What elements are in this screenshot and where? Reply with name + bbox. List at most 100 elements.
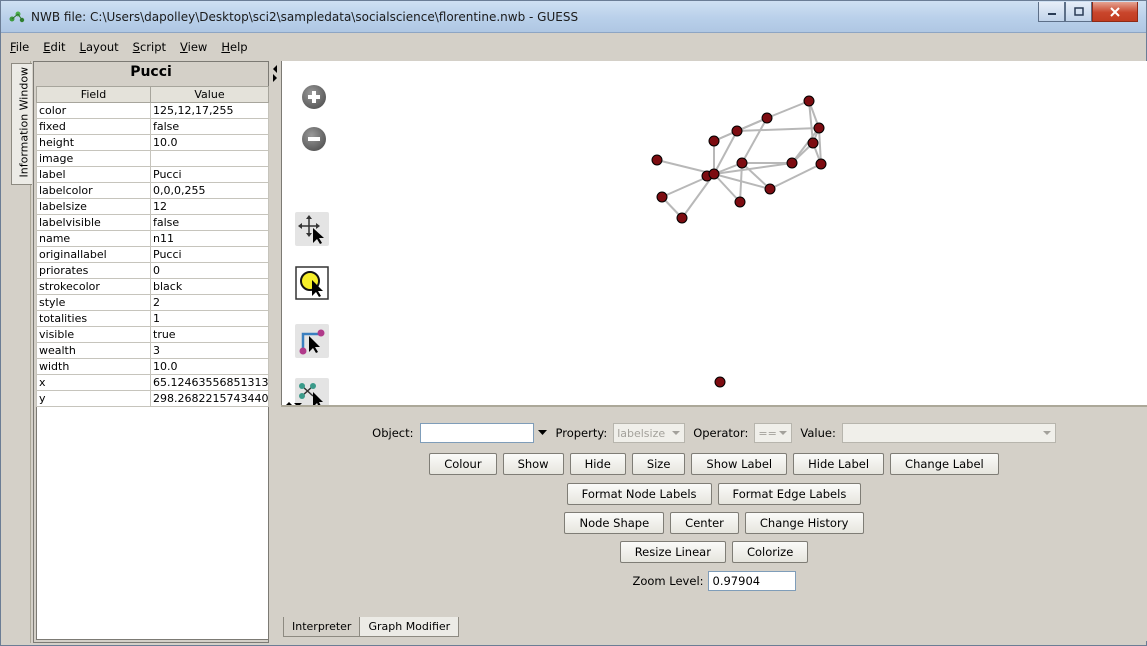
graph-edge[interactable]	[736, 127, 820, 132]
format-node-labels-button[interactable]: Format Node Labels	[566, 483, 712, 505]
info-value-cell[interactable]: 0	[150, 262, 269, 279]
hide-button[interactable]: Hide	[569, 453, 626, 475]
graph-node[interactable]	[701, 170, 713, 182]
graph-node[interactable]	[714, 376, 726, 388]
info-table-row[interactable]: height 10.0	[36, 134, 269, 151]
object-combo[interactable]	[419, 423, 534, 443]
info-table-row[interactable]: y 298.26822157434407	[36, 390, 269, 407]
center-button[interactable]: Center	[670, 512, 739, 534]
info-table-row[interactable]: priorates 0	[36, 262, 269, 279]
info-value-cell[interactable]: 3	[150, 342, 269, 359]
menu-file[interactable]: File	[10, 40, 29, 54]
menu-script[interactable]: Script	[133, 40, 166, 54]
info-table-row[interactable]: style 2	[36, 294, 269, 311]
network-graph[interactable]	[282, 61, 1147, 405]
show-label-button[interactable]: Show Label	[691, 453, 788, 475]
info-value-cell[interactable]: 298.26822157434407	[150, 390, 269, 407]
info-value-cell[interactable]: 10.0	[150, 134, 269, 151]
collapse-panel-icon[interactable]	[271, 63, 279, 83]
graph-node[interactable]	[734, 196, 746, 208]
graph-edge[interactable]	[713, 162, 793, 175]
edge-tool-button[interactable]	[294, 323, 330, 359]
info-table-row[interactable]: visible true	[36, 326, 269, 343]
hide-label-button[interactable]: Hide Label	[793, 453, 885, 475]
info-value-cell[interactable]	[150, 150, 269, 167]
operator-combo[interactable]: ==	[754, 423, 793, 443]
graph-edge[interactable]	[713, 130, 738, 142]
menu-help[interactable]: Help	[221, 40, 247, 54]
zoom-out-button[interactable]	[296, 121, 332, 157]
object-dropdown-button[interactable]	[536, 423, 550, 443]
info-table-row[interactable]: label Pucci	[36, 166, 269, 183]
info-table-row[interactable]: x 65.12463556851313	[36, 374, 269, 391]
info-table-row[interactable]: labelvisible false	[36, 214, 269, 231]
graph-node[interactable]	[813, 122, 825, 134]
menu-edit[interactable]: Edit	[43, 40, 65, 54]
size-button[interactable]: Size	[631, 453, 686, 475]
graph-edge[interactable]	[739, 162, 743, 203]
info-value-cell[interactable]: n11	[150, 230, 269, 247]
column-header-field[interactable]: Field	[36, 86, 151, 103]
graph-edge[interactable]	[741, 117, 768, 164]
move-tool-button[interactable]	[294, 211, 330, 247]
info-table-row[interactable]: totalities 1	[36, 310, 269, 327]
graph-node[interactable]	[736, 157, 748, 169]
info-value-cell[interactable]: false	[150, 214, 269, 231]
graph-node[interactable]	[786, 157, 798, 169]
info-value-cell[interactable]: 10.0	[150, 358, 269, 375]
graph-edge[interactable]	[713, 130, 738, 175]
graph-edge[interactable]	[808, 100, 820, 129]
graph-edge[interactable]	[713, 173, 741, 203]
graph-edge[interactable]	[791, 127, 820, 164]
graph-edge[interactable]	[808, 100, 814, 144]
graph-edge[interactable]	[769, 163, 822, 190]
graph-node[interactable]	[807, 137, 819, 149]
graph-node[interactable]	[708, 168, 720, 180]
colorize-button[interactable]: Colorize	[731, 541, 809, 563]
menu-view[interactable]: View	[180, 40, 207, 54]
close-button[interactable]	[1092, 2, 1138, 22]
graph-edge[interactable]	[812, 127, 820, 144]
show-button[interactable]: Show	[502, 453, 564, 475]
graph-canvas[interactable]	[281, 61, 1147, 408]
graph-node[interactable]	[708, 135, 720, 147]
tab-information-window[interactable]: Information Window	[11, 63, 32, 185]
info-value-cell[interactable]: true	[150, 326, 269, 343]
info-value-cell[interactable]: 65.12463556851313	[150, 374, 269, 391]
graph-node[interactable]	[764, 183, 776, 195]
value-combo[interactable]	[841, 423, 1056, 443]
graph-node[interactable]	[815, 158, 827, 170]
graph-edge[interactable]	[661, 173, 715, 198]
menu-layout[interactable]: Layout	[80, 40, 119, 54]
info-value-cell[interactable]: 12	[150, 198, 269, 215]
info-table-row[interactable]: color 125,12,17,255	[36, 102, 269, 119]
graph-node[interactable]	[731, 125, 743, 137]
property-combo[interactable]: labelsize	[613, 423, 686, 443]
info-value-cell[interactable]: black	[150, 278, 269, 295]
node-shape-button[interactable]: Node Shape	[564, 512, 665, 534]
info-table-row[interactable]: labelcolor 0,0,0,255	[36, 182, 269, 199]
info-value-cell[interactable]: 125,12,17,255	[150, 102, 269, 119]
info-value-cell[interactable]: 2	[150, 294, 269, 311]
graph-node[interactable]	[676, 212, 688, 224]
change-label-button[interactable]: Change Label	[890, 453, 999, 475]
column-header-value[interactable]: Value	[150, 86, 269, 103]
graph-node[interactable]	[761, 112, 773, 124]
info-table-row[interactable]: labelsize 12	[36, 198, 269, 215]
select-tool-button[interactable]	[294, 265, 330, 301]
info-value-cell[interactable]: 0,0,0,255	[150, 182, 269, 199]
graph-edge[interactable]	[713, 173, 771, 190]
info-table-row[interactable]: wealth 3	[36, 342, 269, 359]
minimize-button[interactable]	[1038, 2, 1065, 22]
zoom-in-button[interactable]	[296, 79, 332, 115]
graph-edge[interactable]	[766, 100, 810, 119]
graph-edge[interactable]	[681, 173, 715, 219]
graph-node[interactable]	[656, 191, 668, 203]
graph-edge[interactable]	[713, 117, 768, 142]
graph-node[interactable]	[803, 95, 815, 107]
info-table-row[interactable]: image	[36, 150, 269, 167]
info-table-row[interactable]: name n11	[36, 230, 269, 247]
graph-edge[interactable]	[661, 196, 683, 219]
graph-edge[interactable]	[818, 127, 822, 165]
info-value-cell[interactable]: Pucci	[150, 166, 269, 183]
